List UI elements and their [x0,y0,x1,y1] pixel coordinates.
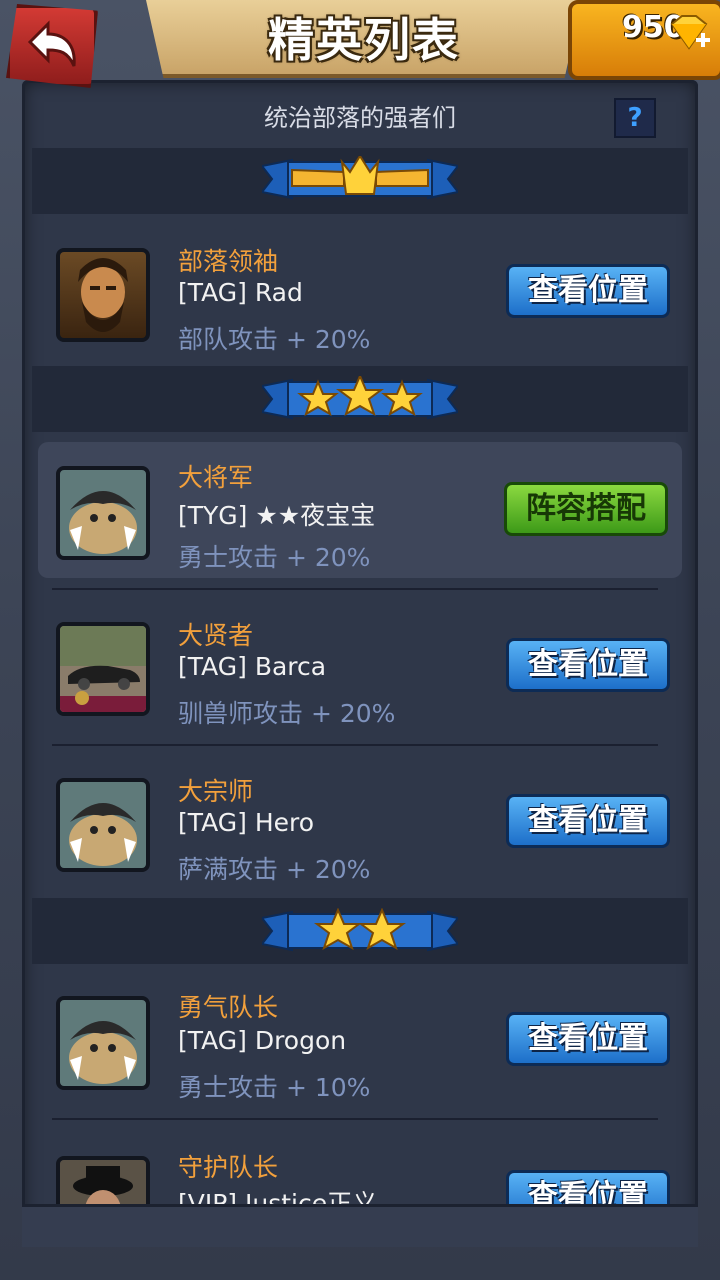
list-item-highlighted: 大将军 [TYG] ★★夜宝宝 勇士攻击 + 20% 阵容搭配 [38,442,682,578]
player-name: [VIP] Justice正义 [178,1189,378,1206]
rank-title: 部落领袖 [178,247,279,276]
bearded-warrior-avatar [56,248,150,342]
rank-title: 勇气队长 [178,993,279,1022]
player-name: [TAG] Hero [178,808,315,837]
view-location-button[interactable]: 查看位置 [506,794,670,848]
rank-title: 大宗师 [178,777,254,806]
crown-wings-icon [262,156,458,200]
bonus-text: 部队攻击 + 20% [178,325,371,354]
rank-title: 大贤者 [178,621,254,650]
three-stars-icon [262,376,458,420]
player-name: [TAG] Barca [178,652,327,681]
bonus-text: 驯兽师攻击 + 20% [178,699,396,728]
gem-plus-icon [670,15,710,50]
back-button[interactable] [6,4,98,88]
list-item: 部落领袖 [TAG] Rad 部队攻击 + 20% 查看位置 [32,214,688,366]
car-photo-avatar [56,622,150,716]
row-divider [52,1118,658,1120]
default-beast-avatar [56,996,150,1090]
view-location-button[interactable]: 查看位置 [506,1012,670,1066]
list-item: 大贤者 [TAG] Barca 驯兽师攻击 + 20% 查看位置 [32,596,688,742]
hat-photo-avatar [56,1156,150,1206]
player-name: [TAG] Drogon [178,1026,347,1055]
rank-title: 大将军 [178,463,254,492]
lineup-button[interactable]: 阵容搭配 [504,482,668,536]
bonus-text: 勇士攻击 + 20% [178,543,371,572]
panel-bottom-edge [22,1204,698,1247]
list-item: 大宗师 [TAG] Hero 萨满攻击 + 20% 查看位置 [32,752,688,898]
row-divider [52,744,658,746]
player-name: [TAG] Rad [178,278,303,307]
row-divider [52,588,658,590]
help-button[interactable]: ? [614,98,656,138]
view-location-button[interactable]: 查看位置 [506,638,670,692]
default-beast-avatar [56,466,150,560]
view-location-button[interactable]: 查看位置 [506,264,670,318]
page-subtitle: 统治部落的强者们 [264,104,456,132]
view-location-button[interactable]: 查看位置 [506,1170,670,1206]
default-beast-avatar [56,778,150,872]
two-stars-icon [262,908,458,952]
list-item: 勇气队长 [TAG] Drogon 勇士攻击 + 10% 查看位置 [32,966,688,1116]
list-item: 守护队长 [VIP] Justice正义 查看位置 [32,1126,688,1206]
player-name: [TYG] ★★夜宝宝 [178,501,376,530]
bonus-text: 勇士攻击 + 10% [178,1073,371,1102]
back-arrow-icon [27,20,76,67]
bonus-text: 萨满攻击 + 20% [178,855,371,884]
page-title: 精英列表 [268,13,460,67]
rank-title: 守护队长 [178,1153,279,1182]
